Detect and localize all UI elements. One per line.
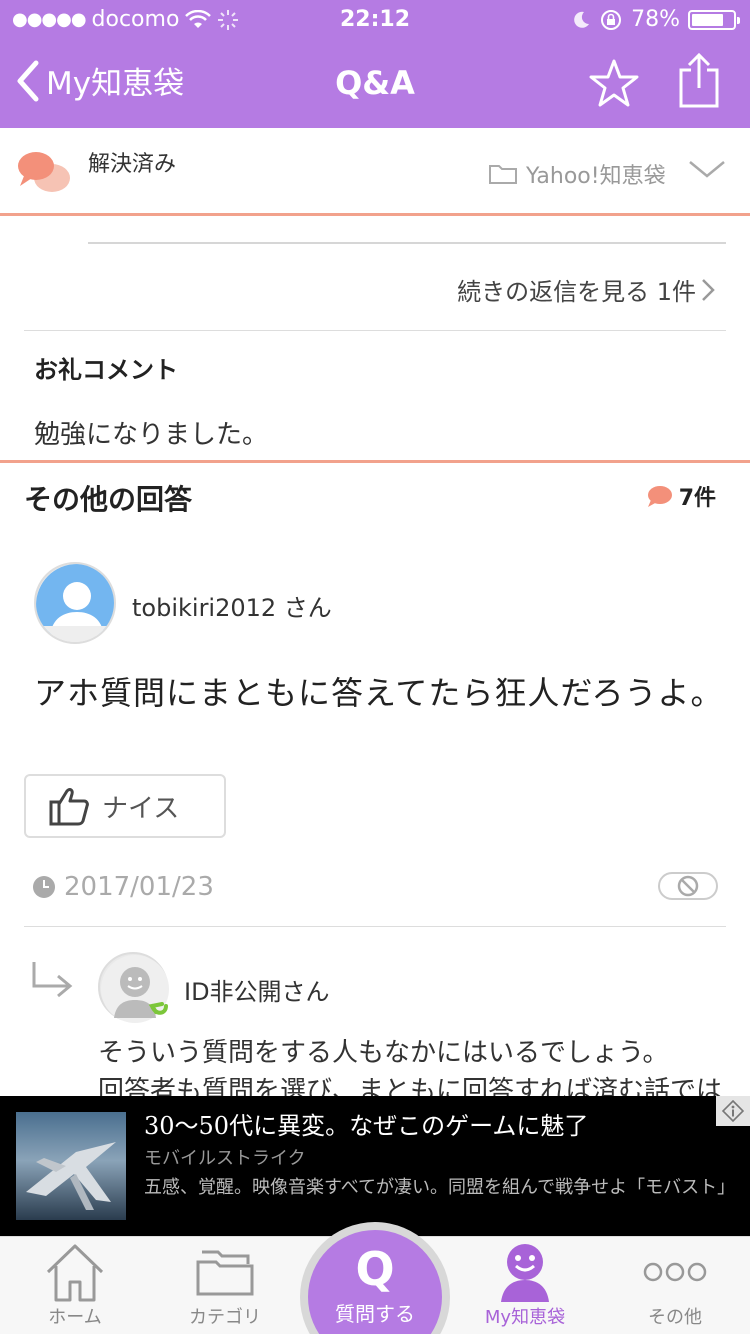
- answer-text: アホ質問にまともに答えてたら狂人だろうよ。: [34, 674, 724, 712]
- chevron-right-icon: [702, 278, 715, 301]
- share-icon[interactable]: [676, 52, 722, 110]
- replier-name[interactable]: ID非公開さん: [184, 972, 330, 1007]
- tab-home[interactable]: ホーム: [0, 1237, 150, 1334]
- user-silhouette-icon: [36, 564, 114, 642]
- ad-description: 五感、覚醒。映像音楽すべてが凄い。同盟を組んで戦争せよ「モバスト」: [144, 1177, 736, 1198]
- tab-label: カテゴリ: [189, 1307, 261, 1328]
- divider: [24, 926, 726, 927]
- avatar[interactable]: [98, 952, 169, 1023]
- battery-fill: [692, 13, 723, 26]
- thanks-comment-heading: お礼コメント: [34, 356, 178, 384]
- q-icon: Q: [355, 1242, 395, 1296]
- category-name: Yahoo!知恵袋: [526, 164, 666, 189]
- status-bar: ●●●●● docomo 22:12 78%: [0, 0, 750, 40]
- ad-source: モバイルストライク: [144, 1148, 306, 1169]
- section-divider: [0, 460, 750, 463]
- speech-bubble-icon: [647, 486, 672, 507]
- ad-thumbnail: [16, 1112, 126, 1220]
- thumbs-up-icon: [49, 788, 89, 826]
- avatar[interactable]: [34, 562, 116, 644]
- thanks-comment-body: 勉強になりました。: [34, 420, 269, 450]
- reply-arrow-icon: [32, 962, 73, 998]
- home-icon: [46, 1244, 104, 1302]
- rotation-lock-icon: [601, 9, 622, 30]
- more-replies-link[interactable]: 続きの返信を見る 1件: [457, 272, 716, 307]
- top-bar: ●●●●● docomo 22:12 78% My知恵袋 Q&A: [0, 0, 750, 128]
- ask-label: 質問する: [335, 1302, 415, 1326]
- ad-banner[interactable]: 30〜50代に異変。なぜこのゲームに魅了 モバイルストライク 五感、覚醒。映像音…: [0, 1096, 750, 1236]
- more-dots-icon: [643, 1262, 707, 1282]
- ad-info-button[interactable]: [716, 1096, 750, 1126]
- more-replies-label: 続きの返信を見る 1件: [457, 278, 696, 306]
- person-smile-icon: [501, 1244, 549, 1302]
- fighter-jet-image: [26, 1142, 116, 1210]
- moon-icon: [574, 11, 590, 28]
- answer-count: 7件: [645, 480, 716, 512]
- chat-bubbles-icon: [18, 152, 70, 192]
- answer-count-label: 7件: [678, 486, 716, 511]
- answer-date-text: 2017/01/23: [64, 872, 214, 902]
- info-icon: [722, 1100, 744, 1122]
- battery-percent: 78%: [631, 7, 680, 32]
- divider: [88, 242, 726, 244]
- folders-icon: [196, 1250, 254, 1296]
- category-link[interactable]: Yahoo!知恵袋: [488, 158, 666, 190]
- nice-button[interactable]: ナイス: [24, 774, 226, 838]
- tab-my-chiebukuro[interactable]: My知恵袋: [450, 1237, 600, 1334]
- reply-line: そういう質問をする人もなかにはいるでしょう。: [98, 1038, 669, 1068]
- answer-date: 2017/01/23: [32, 872, 214, 902]
- tab-label: My知恵袋: [484, 1307, 566, 1328]
- tab-label: その他: [648, 1307, 702, 1328]
- folder-icon: [489, 165, 517, 184]
- resolved-label: 解決済み: [88, 152, 177, 177]
- navigation-bar: My知恵袋 Q&A: [0, 40, 750, 128]
- other-answers-heading: その他の回答: [24, 483, 193, 516]
- chevron-down-icon[interactable]: [688, 158, 726, 180]
- tab-category[interactable]: カテゴリ: [150, 1237, 300, 1334]
- ad-title: 30〜50代に異変。なぜこのゲームに魅了: [144, 1112, 589, 1140]
- tab-label: ホーム: [48, 1307, 102, 1328]
- question-header: 解決済み Yahoo!知恵袋: [0, 128, 750, 216]
- clock-icon: [33, 876, 55, 898]
- prohibited-icon: [677, 875, 699, 897]
- battery-icon: [688, 9, 740, 30]
- answerer-name[interactable]: tobikiri2012 さん: [132, 588, 332, 623]
- anonymous-user-icon: [101, 955, 169, 1023]
- nice-label: ナイス: [102, 793, 180, 824]
- star-icon[interactable]: [588, 58, 640, 108]
- report-button[interactable]: [658, 872, 718, 900]
- divider: [24, 330, 726, 331]
- tab-other[interactable]: その他: [600, 1237, 750, 1334]
